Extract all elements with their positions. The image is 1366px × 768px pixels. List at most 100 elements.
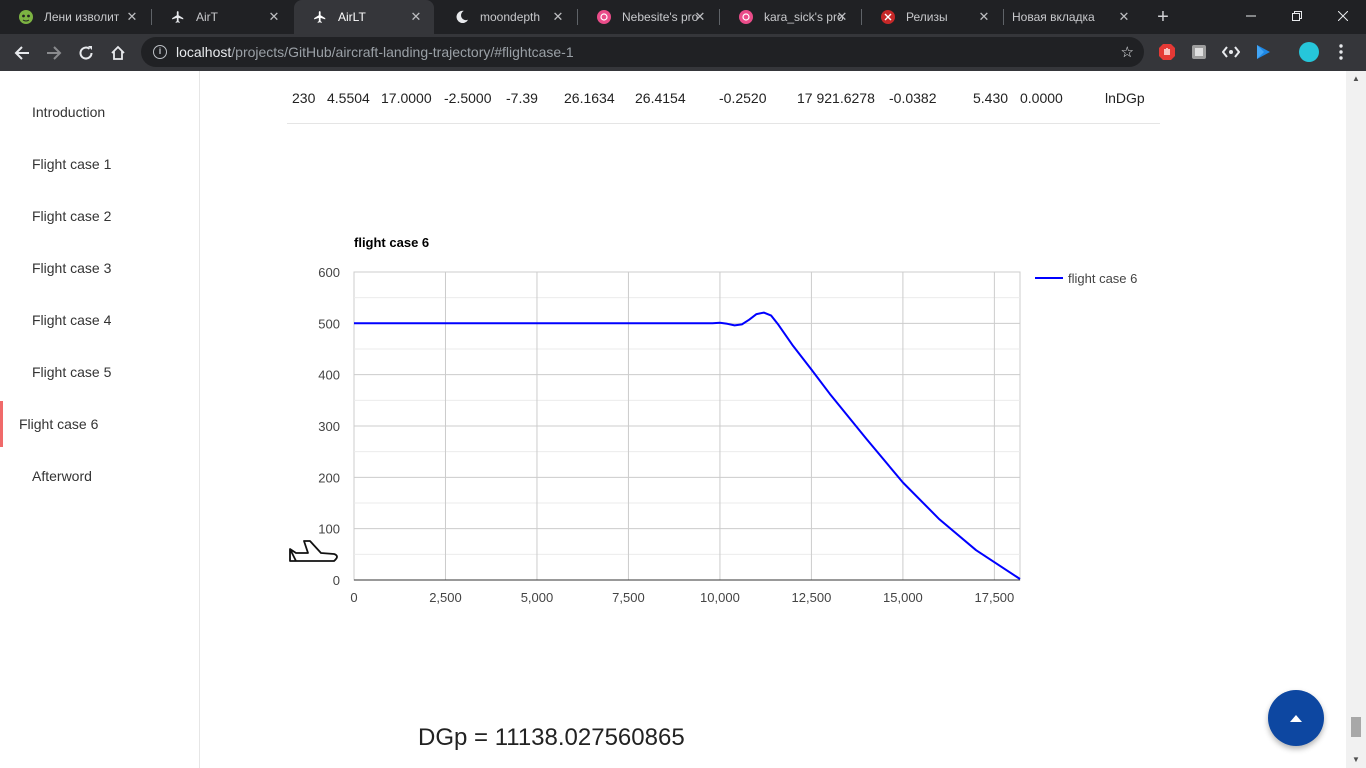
- sidebar-item-introduction[interactable]: Introduction: [0, 89, 200, 135]
- close-icon[interactable]: ✕: [692, 9, 708, 25]
- dgp-result: DGp = 11138.027560865: [418, 724, 685, 751]
- y-tick-label: 500: [318, 316, 340, 331]
- url-text[interactable]: localhost/projects/GitHub/aircraft-landi…: [176, 44, 574, 60]
- y-tick-label: 300: [318, 419, 340, 434]
- caret-up-icon: [1290, 715, 1302, 722]
- x-tick-label: 17,500: [975, 590, 1015, 605]
- sidebar-item-flight-case-3[interactable]: Flight case 3: [0, 245, 200, 291]
- close-icon[interactable]: ✕: [976, 9, 992, 25]
- page: Introduction Flight case 1 Flight case 2…: [0, 71, 1366, 768]
- table-cell: 5.430: [973, 90, 1009, 106]
- new-tab-button[interactable]: +: [1152, 5, 1174, 29]
- x-tick-label: 2,500: [429, 590, 462, 605]
- sidebar-item-label: Flight case 1: [32, 156, 112, 172]
- moon-icon: [454, 9, 470, 25]
- tab-1[interactable]: Лени изволит ✕: [0, 0, 150, 34]
- sidebar-item-label: Afterword: [32, 468, 92, 484]
- airplane-icon: [170, 9, 186, 25]
- airplane-icon: [289, 540, 338, 562]
- y-tick-label: 400: [318, 368, 340, 383]
- close-icon[interactable]: ✕: [408, 9, 424, 25]
- x-tick-label: 0: [350, 590, 357, 605]
- table-cell: 230: [292, 90, 316, 106]
- play-icon[interactable]: [1254, 43, 1272, 61]
- back-icon[interactable]: [9, 40, 35, 66]
- x-tick-label: 7,500: [612, 590, 645, 605]
- x-tick-label: 15,000: [883, 590, 923, 605]
- sidebar-item-flight-case-1[interactable]: Flight case 1: [0, 141, 200, 187]
- close-icon[interactable]: ✕: [1116, 9, 1132, 25]
- scroll-up-arrow-icon[interactable]: ▲: [1346, 71, 1366, 87]
- tab-7[interactable]: Релизы ✕: [862, 0, 1002, 34]
- y-tick-label: 100: [318, 522, 340, 537]
- sidebar-item-label: Flight case 2: [32, 208, 112, 224]
- address-bar[interactable]: i localhost/projects/GitHub/aircraft-lan…: [141, 37, 1144, 67]
- close-icon[interactable]: ✕: [550, 9, 566, 25]
- flight-chart: 0 100 200 300 400 500 600 0 2,500 5,000 7,500 10,00…: [318, 265, 1137, 605]
- sidebar-item-label: Flight case 6: [19, 416, 99, 432]
- avatar[interactable]: [1298, 41, 1320, 63]
- table-cell: -0.0382: [889, 90, 937, 106]
- scroll-to-top-button[interactable]: [1268, 690, 1324, 746]
- table-cell: 0.0000: [1020, 90, 1063, 106]
- restore-icon[interactable]: [1274, 0, 1320, 32]
- sidebar-item-flight-case-4[interactable]: Flight case 4: [0, 297, 200, 343]
- main-content: 230 4.5504 17.0000 -2.5000 -7.39 26.1634…: [201, 71, 1346, 768]
- red-badge-icon: [880, 9, 896, 25]
- chart-title: flight case 6: [354, 235, 430, 250]
- pink-circle-icon: [596, 9, 612, 25]
- pink-circle-icon: [738, 9, 754, 25]
- bookmark-star-icon[interactable]: ☆: [1121, 43, 1134, 61]
- y-tick-label: 600: [318, 265, 340, 280]
- sidebar-item-flight-case-5[interactable]: Flight case 5: [0, 349, 200, 395]
- tab-8[interactable]: Новая вкладка ✕: [994, 0, 1142, 34]
- sidebar-nav: Introduction Flight case 1 Flight case 2…: [0, 71, 200, 768]
- sidebar-item-label: Flight case 5: [32, 364, 112, 380]
- scroll-down-arrow-icon[interactable]: ▼: [1346, 752, 1366, 768]
- adblock-icon[interactable]: [1158, 43, 1176, 61]
- sidebar-item-flight-case-2[interactable]: Flight case 2: [0, 193, 200, 239]
- scrollbar[interactable]: ▲ ▼: [1346, 71, 1366, 768]
- tab-4[interactable]: moondepth ✕: [436, 0, 576, 34]
- table-cell: 17 921.6278: [797, 90, 875, 106]
- menu-icon[interactable]: [1332, 43, 1350, 61]
- home-icon[interactable]: [105, 40, 131, 66]
- sidebar-item-flight-case-6[interactable]: Flight case 6: [0, 401, 200, 447]
- y-tick-label: 200: [318, 470, 340, 485]
- table-cell: 26.1634: [564, 90, 615, 106]
- legend-label: flight case 6: [1068, 271, 1137, 286]
- table-row: 230 4.5504 17.0000 -2.5000 -7.39 26.1634…: [287, 71, 1160, 124]
- info-icon[interactable]: i: [153, 45, 167, 59]
- tab-3-active[interactable]: AirLT ✕: [294, 0, 434, 34]
- table-cell: 26.4154: [635, 90, 686, 106]
- reload-icon[interactable]: [73, 40, 99, 66]
- y-tick-label: 0: [333, 573, 340, 588]
- close-icon[interactable]: ✕: [124, 9, 140, 25]
- scrollbar-thumb[interactable]: [1351, 717, 1361, 737]
- tab-5[interactable]: Nebesite's pro ✕: [578, 0, 718, 34]
- tab-title: Новая вкладка: [1012, 10, 1095, 24]
- forward-icon[interactable]: [41, 40, 67, 66]
- code-brackets-icon[interactable]: [1222, 43, 1240, 61]
- airplane-icon: [312, 9, 328, 25]
- close-window-icon[interactable]: [1320, 0, 1366, 32]
- sidebar-item-afterword[interactable]: Afterword: [0, 453, 200, 499]
- sidebar-item-label: Flight case 4: [32, 312, 112, 328]
- table-cell: -7.39: [506, 90, 538, 106]
- tab-2[interactable]: AirT ✕: [152, 0, 292, 34]
- browser-toolbar: i localhost/projects/GitHub/aircraft-lan…: [0, 34, 1366, 71]
- x-tick-label: 5,000: [521, 590, 554, 605]
- x-tick-label: 12,500: [792, 590, 832, 605]
- table-cell: -2.5000: [444, 90, 492, 106]
- close-icon[interactable]: ✕: [266, 9, 282, 25]
- tab-title: Лени изволит: [44, 10, 120, 24]
- sidebar-item-label: Introduction: [32, 104, 106, 120]
- extension-icon[interactable]: [1190, 43, 1208, 61]
- table-cell: -0.2520: [719, 90, 767, 106]
- minimize-icon[interactable]: [1228, 0, 1274, 32]
- sidebar-item-label: Flight case 3: [32, 260, 112, 276]
- cat-icon: [18, 9, 34, 25]
- tab-6[interactable]: kara_sick's pro ✕: [720, 0, 860, 34]
- table-cell: 4.5504: [327, 90, 370, 106]
- close-icon[interactable]: ✕: [834, 9, 850, 25]
